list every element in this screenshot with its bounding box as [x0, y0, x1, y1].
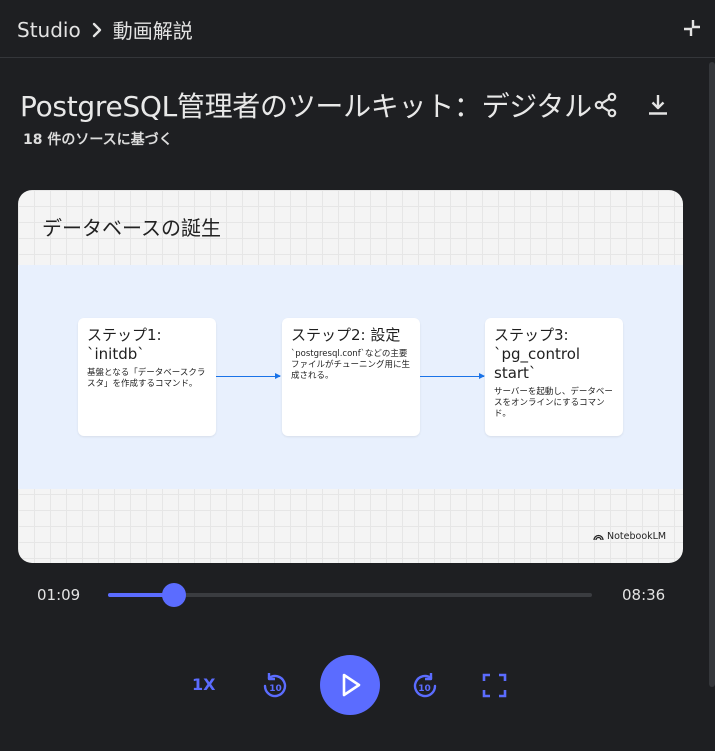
arrow-icon — [420, 373, 485, 379]
download-icon[interactable] — [644, 91, 672, 119]
svg-text:10: 10 — [269, 684, 282, 694]
breadcrumb: Studio 動画解説 — [17, 15, 193, 44]
step-2-heading: ステップ2: 設定 — [291, 326, 401, 344]
source-count: 18 件のソースに基づく — [23, 132, 173, 148]
top-bar: Studio 動画解説 — [0, 0, 715, 58]
current-time: 01:09 — [37, 586, 81, 604]
slide-title: データベースの誕生 — [42, 216, 221, 240]
breadcrumb-studio[interactable]: Studio — [17, 18, 81, 42]
chevron-right-icon — [87, 20, 107, 40]
breadcrumb-current: 動画解説 — [112, 19, 193, 43]
step-1-heading: ステップ1: `initdb` — [87, 326, 162, 363]
progress-handle[interactable] — [162, 583, 187, 607]
scrollbar[interactable] — [709, 62, 715, 687]
step-card-3: ステップ3: `pg_control start` サーバーを起動し、データベー… — [485, 318, 623, 436]
svg-text:10: 10 — [418, 684, 431, 694]
arrow-icon — [216, 373, 281, 379]
progress-slider[interactable] — [108, 583, 592, 607]
step-1-text: 基盤となる「データベースクラスタ」を作成するコマンド。 — [87, 368, 206, 389]
step-card-1: ステップ1: `initdb` 基盤となる「データベースクラスタ」を作成するコマ… — [78, 318, 216, 436]
page-title: PostgreSQL管理者のツールキット：デジタル — [20, 90, 592, 123]
brand-watermark: NotebookLM — [593, 531, 666, 542]
notebooklm-logo-icon — [593, 534, 604, 541]
step-2-text: `postgresql.conf`などの主要ファイルがチューニング用に生成される… — [291, 349, 411, 381]
brand-label: NotebookLM — [607, 531, 667, 542]
play-button[interactable] — [320, 655, 380, 715]
play-icon — [342, 673, 361, 697]
video-frame[interactable]: データベースの誕生 ステップ1: `initdb` 基盤となる「データベースクラ… — [18, 190, 683, 563]
step-3-heading: ステップ3: `pg_control start` — [494, 326, 581, 382]
step-3-text: サーバーを起動し、データベースをオンラインにするコマンド。 — [494, 387, 613, 419]
forward-10-icon[interactable]: 10 — [410, 670, 440, 700]
total-time: 08:36 — [622, 586, 666, 604]
collapse-icon[interactable] — [680, 16, 704, 40]
rewind-10-icon[interactable]: 10 — [260, 670, 290, 700]
share-icon[interactable] — [592, 91, 620, 119]
fullscreen-icon[interactable] — [482, 673, 507, 698]
playback-speed-button[interactable]: 1X — [192, 675, 215, 694]
step-card-2: ステップ2: 設定 `postgresql.conf`などの主要ファイルがチュー… — [282, 318, 420, 436]
